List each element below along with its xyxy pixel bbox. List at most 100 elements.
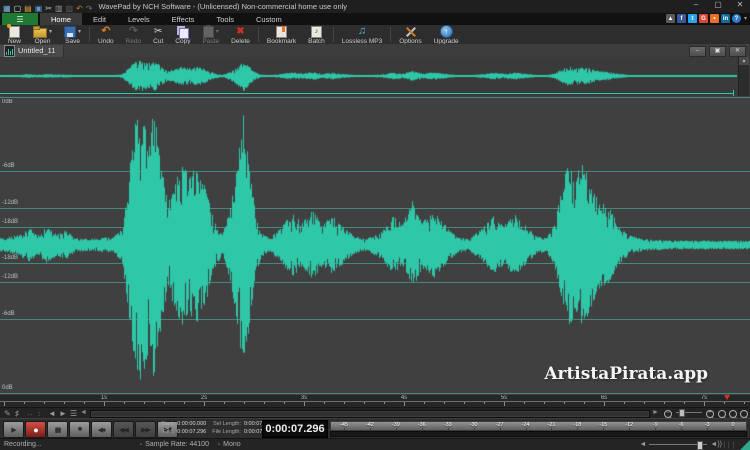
ruler-tick	[604, 402, 605, 406]
twitter-icon[interactable]: t	[688, 14, 697, 23]
ribbon-lossless-mp3-button[interactable]: ♫Lossless MP3	[336, 25, 388, 44]
record-button[interactable]: ●	[25, 421, 46, 438]
stop-button[interactable]: ■	[69, 421, 90, 438]
ruler-time-label: 4s	[401, 395, 407, 401]
overview-waveform-panel[interactable]: ▲	[0, 57, 750, 96]
copy-icon[interactable]: ▥	[55, 4, 63, 13]
ribbon-redo-button[interactable]: ↷Redo	[120, 25, 148, 44]
menu-tab-tools[interactable]: Tools	[205, 13, 245, 25]
save-dropdown-icon[interactable]: ▾	[78, 28, 81, 35]
facebook-icon[interactable]: f	[677, 14, 686, 23]
zoom-full-button[interactable]	[718, 410, 726, 418]
ribbon-batch-button[interactable]: ♪Batch	[302, 25, 331, 44]
time-ruler[interactable]: 1s2s3s4s5s6s7s	[0, 395, 750, 407]
scroll-left-icon[interactable]: ◄	[80, 409, 87, 416]
volume-slider[interactable]	[649, 444, 707, 445]
open-dropdown-icon[interactable]: ▾	[49, 28, 52, 35]
ribbon-save-button[interactable]: ▾Save	[58, 25, 87, 44]
zoom-in-button[interactable]: +	[706, 410, 714, 418]
ribbon-options-button[interactable]: Options	[393, 25, 427, 44]
folder-icon	[33, 28, 47, 38]
menu-tab-edit[interactable]: Edit	[82, 13, 117, 25]
googleplus-icon[interactable]: G	[699, 14, 708, 23]
play-button[interactable]: ▶	[3, 421, 24, 438]
overview-waveform[interactable]	[0, 57, 737, 96]
speaker-mute-icon[interactable]: ◄	[639, 441, 646, 448]
fast-forward-button[interactable]: ▶▶	[135, 421, 156, 438]
level-meter: -45-42-39-36-33-30-27-24-21-18-15-12-9-6…	[330, 421, 747, 437]
mp3-icon: ♫	[358, 26, 366, 37]
close-button[interactable]: ✕	[734, 0, 746, 9]
save-file-icon[interactable]: ▣	[35, 4, 43, 13]
ribbon-copy-button[interactable]: Copy	[169, 25, 196, 44]
zoom-slider-knob[interactable]	[679, 409, 685, 417]
ribbon-open-button[interactable]: ▾Open	[27, 25, 58, 44]
zoom-out-button[interactable]: −	[664, 410, 672, 418]
ribbon-paste-button[interactable]: ▾Paste	[196, 25, 225, 44]
marker-tool-icon-2[interactable]: ►	[59, 409, 67, 418]
paste-icon[interactable]: ▨	[66, 4, 74, 13]
rewind-button[interactable]: ◀◀	[113, 421, 134, 438]
social-more-icon[interactable]: ▾	[744, 15, 747, 22]
ribbon-toolbar: New▾Open▾Save ↶Undo↷Redo✂CutCopy▾Paste✖De…	[0, 25, 750, 44]
scroll-right-icon[interactable]: ►	[652, 409, 659, 416]
doc-restore-button[interactable]: ▣	[709, 46, 726, 57]
status-sample-rate[interactable]: ▪Sample Rate: 44100	[140, 441, 209, 448]
ribbon-new-button[interactable]: New	[2, 25, 27, 44]
ribbon-delete-button[interactable]: ✖Delete	[225, 25, 256, 44]
menu-tab-custom[interactable]: Custom	[245, 13, 293, 25]
minimize-button[interactable]: –	[690, 0, 702, 9]
horizontal-scrollbar[interactable]	[90, 410, 650, 418]
new-file-icon[interactable]: ▢	[14, 4, 22, 13]
speaker-loud-icon[interactable]: ◄))	[710, 441, 722, 448]
options-icon	[404, 26, 417, 38]
pointer-tool-icon[interactable]: ✎	[4, 409, 11, 418]
ruler-tick	[244, 402, 245, 404]
list-tool-icon[interactable]: ☰	[70, 409, 77, 418]
tool-icon-3[interactable]: ↔	[26, 409, 34, 418]
overview-scrollbar[interactable]: ▲	[738, 57, 749, 96]
document-tab[interactable]: Untitled_11	[0, 45, 64, 57]
undo-icon[interactable]: ↶	[76, 4, 83, 13]
paste-dropdown-icon[interactable]: ▾	[216, 28, 219, 35]
zoom-selection-button[interactable]	[729, 410, 737, 418]
like-icon[interactable]: ▲	[666, 14, 675, 23]
volume-slider-knob[interactable]	[697, 441, 703, 450]
doc-close-button[interactable]: ✕	[729, 46, 746, 57]
tool-icon-4[interactable]: ↕	[37, 409, 41, 418]
pause-button[interactable]: ▮▮	[47, 421, 68, 438]
play-from-cursor-button[interactable]: ◀●	[91, 421, 112, 438]
ruler-tick	[184, 402, 185, 404]
main-waveform-panel[interactable]: 0dB-6dB-12dB-18dB-18dB-12dB-6dB0dB Artis…	[0, 96, 750, 395]
menu-tab-home[interactable]: Home	[40, 13, 82, 25]
waveform-tool-icon[interactable]: ♯	[15, 409, 19, 418]
share-icon[interactable]: •	[710, 14, 719, 23]
menu-tab-effects[interactable]: Effects	[161, 13, 206, 25]
overview-scroll-up-icon[interactable]: ▲	[739, 57, 749, 65]
doc-minimize-button[interactable]: –	[689, 46, 706, 57]
linkedin-icon[interactable]: in	[721, 14, 730, 23]
ribbon-undo-button[interactable]: ↶Undo	[92, 25, 120, 44]
ribbon-upgrade-button[interactable]: ↑Upgrade	[428, 25, 465, 44]
open-file-icon[interactable]: ▤	[24, 4, 32, 13]
ruler-tick	[564, 402, 565, 404]
app-icon[interactable]: ▦	[3, 4, 11, 13]
ruler-tick	[384, 402, 385, 404]
resize-grip[interactable]	[739, 440, 750, 450]
status-channels[interactable]: ▪Mono	[218, 441, 241, 448]
help-icon[interactable]: ?	[732, 14, 741, 23]
ribbon-bookmark-button[interactable]: Bookmark	[261, 25, 302, 44]
ribbon-cut-button[interactable]: ✂Cut	[147, 25, 169, 44]
meter-scale-label: -36	[409, 422, 435, 430]
menu-tab-levels[interactable]: Levels	[117, 13, 161, 25]
zoom-vertical-button[interactable]	[740, 410, 748, 418]
maximize-button[interactable]: ▢	[712, 0, 724, 9]
cut-icon[interactable]: ✂	[45, 4, 52, 13]
end-value: 0:00:07.296	[177, 429, 206, 435]
scrollbar-thumb[interactable]	[91, 411, 649, 417]
sel-length-label: Sel Length:	[212, 421, 241, 427]
redo-icon[interactable]: ↷	[86, 4, 93, 13]
main-waveform[interactable]	[0, 96, 750, 395]
marker-tool-icon[interactable]: ◄	[48, 409, 56, 418]
ruler-tick	[44, 402, 45, 404]
